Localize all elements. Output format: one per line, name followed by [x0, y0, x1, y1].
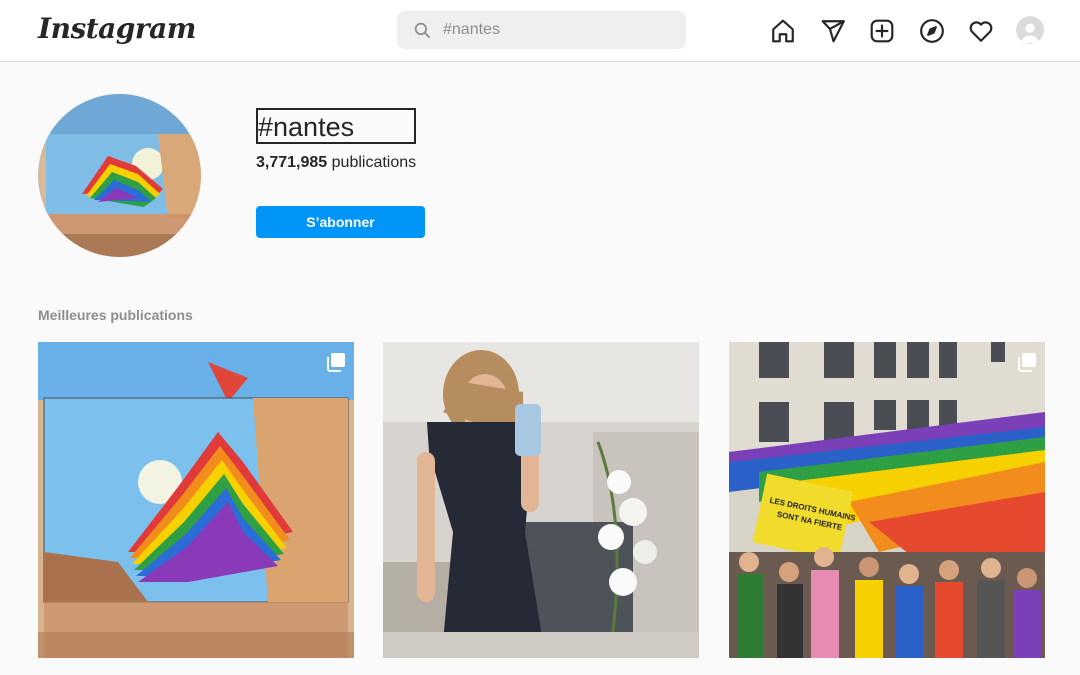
search-box[interactable]	[397, 11, 686, 49]
search-icon	[414, 22, 431, 39]
new-post-icon[interactable]	[867, 16, 897, 46]
instagram-logo[interactable]: Instagram	[38, 12, 196, 45]
default-avatar-icon	[1020, 23, 1039, 44]
nav-icon-group	[768, 16, 1044, 46]
multiple-photos-icon	[327, 353, 345, 372]
search-input[interactable]	[443, 19, 673, 41]
explore-compass-icon[interactable]	[917, 16, 947, 46]
post-tile-1[interactable]	[38, 342, 354, 658]
hashtag-profile-image	[38, 94, 201, 257]
post-tile-2[interactable]	[383, 342, 699, 658]
post-count-number: 3,771,985	[256, 154, 328, 171]
post-image-mirror-selfie	[383, 342, 699, 658]
post-count: 3,771,985 publications	[256, 154, 416, 172]
profile-avatar[interactable]	[1015, 16, 1044, 44]
home-icon[interactable]	[768, 16, 798, 46]
post-tile-3[interactable]: LES DROITS HUMAINS SONT NA FIERTE	[729, 342, 1045, 658]
post-image-pride-march: LES DROITS HUMAINS SONT NA FIERTE	[729, 342, 1045, 658]
top-posts-heading: Meilleures publications	[38, 307, 193, 323]
activity-heart-icon[interactable]	[966, 16, 996, 46]
post-count-label: publications	[331, 154, 417, 171]
direct-message-icon[interactable]	[818, 16, 848, 46]
multiple-photos-icon	[1018, 353, 1036, 372]
post-image-pride-flag	[38, 342, 354, 658]
top-navigation-bar: Instagram	[0, 0, 1080, 62]
hashtag-title: #nantes	[256, 108, 417, 144]
follow-button[interactable]: S’abonner	[256, 206, 425, 238]
